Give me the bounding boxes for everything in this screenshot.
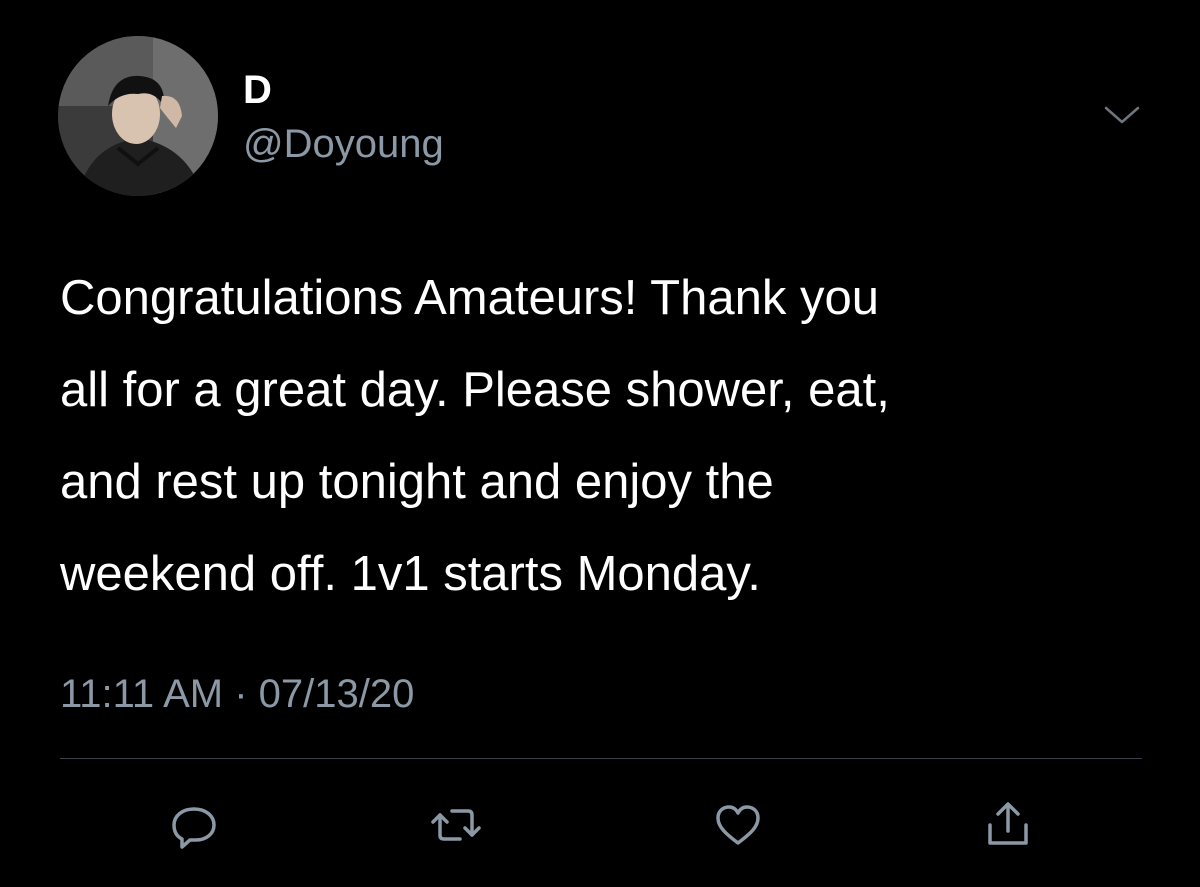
reply-icon [172, 807, 216, 849]
reply-button[interactable] [159, 790, 229, 860]
avatar[interactable] [58, 36, 218, 196]
chevron-down-icon[interactable] [1100, 100, 1144, 130]
tweet-timestamp[interactable]: 11:11 AM · 07/13/20 [60, 669, 414, 719]
share-icon [988, 802, 1028, 845]
user-handle[interactable]: @Doyoung [243, 120, 444, 168]
like-button[interactable] [703, 790, 773, 860]
avatar-photo [58, 36, 218, 196]
tweet-date[interactable]: 07/13/20 [259, 672, 415, 716]
tweet-card: D @Doyoung Congratulations Amateurs! Tha… [0, 0, 1200, 887]
retweet-icon [431, 809, 481, 841]
share-button[interactable] [973, 790, 1043, 860]
divider [60, 758, 1142, 759]
tweet-actions [0, 790, 1200, 860]
display-name[interactable]: D [243, 66, 272, 114]
retweet-button[interactable] [421, 790, 491, 860]
meta-separator: · [234, 672, 248, 716]
tweet-text: Congratulations Amateurs! Thank you all … [60, 271, 890, 601]
heart-icon [716, 805, 760, 845]
tweet-time[interactable]: 11:11 AM [60, 672, 223, 716]
